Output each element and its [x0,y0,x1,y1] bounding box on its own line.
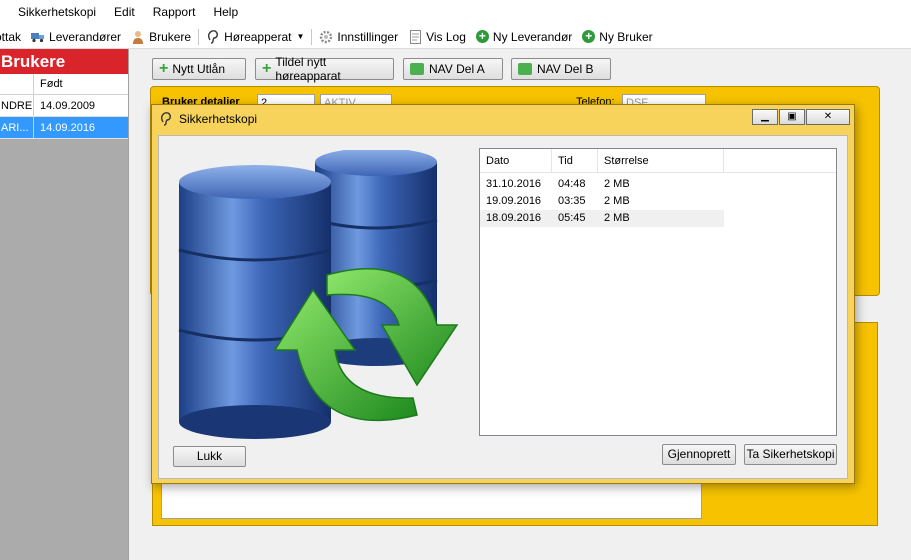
toolbar-vis-log-label: Vis Log [426,29,466,44]
toolbar-separator [311,28,313,45]
nytt-utlan-button[interactable]: + Nytt Utlån [152,58,246,80]
toolbar-innstillinger[interactable]: Innstillinger [314,26,403,48]
tildel-horeapparat-label: Tildel nytt høreapparat [275,55,341,83]
menu-edit[interactable]: Edit [105,0,144,25]
toolbar-leverandorer-label: Leverandører [49,29,122,44]
toolbar-brukere[interactable]: Brukere [126,26,196,48]
user-name-cell: ARI... [0,117,34,138]
users-panel-title: Brukere [0,49,128,74]
backup-size: 2 MB [604,178,630,190]
column-header-tid[interactable]: Tid [552,149,598,172]
menu-rapport[interactable]: Rapport [144,0,205,25]
list-item[interactable]: 18.09.2016 05:45 2 MB [480,210,724,227]
table-row[interactable]: NDRE 14.09.2009 [0,95,128,117]
minimize-icon: ▁ [761,111,769,122]
backup-time: 03:35 [558,195,586,207]
menu-sikkerhetskopi[interactable]: Sikkerhetskopi [0,0,105,25]
column-header-dato[interactable]: Dato [480,149,552,172]
users-panel-empty-area [0,139,128,560]
window-controls: ▁ ▣ ✕ [751,109,850,125]
ta-sikkerhetskopi-button[interactable]: Ta Sikerhetskopi [744,444,837,465]
thumbs-up-icon [518,63,532,75]
toolbar-mottak-label: ottak [0,29,22,44]
backup-time: 05:45 [558,212,586,224]
backup-list[interactable]: Dato Tid Størrelse 31.10.2016 04:48 2 MB… [479,148,837,436]
list-item[interactable]: 31.10.2016 04:48 2 MB [480,176,836,193]
column-header-name[interactable] [0,74,34,94]
toolbar-horeapperat[interactable]: Høreapperat ▼ [201,26,309,48]
nav-del-b-button[interactable]: NAV Del B [511,58,611,80]
database-sync-icon [177,148,477,440]
tildel-horeapparat-button[interactable]: + Tildel nytt høreapparat [255,55,394,83]
plus-circle-icon: + [582,30,596,43]
column-header-storrelse[interactable]: Størrelse [598,149,724,172]
gjennoprett-button[interactable]: Gjennoprett [662,444,736,465]
backup-list-header: Dato Tid Størrelse [480,149,836,173]
user-name-cell: NDRE [0,95,34,116]
ear-icon [160,112,174,126]
backup-date: 19.09.2016 [486,195,542,207]
truck-icon [31,30,45,44]
list-item[interactable]: 19.09.2016 03:35 2 MB [480,193,836,210]
nav-del-a-label: NAV Del A [429,62,485,76]
toolbar-ny-bruker[interactable]: + Ny Bruker [577,26,657,48]
table-row-selected[interactable]: ARI... 14.09.2016 [0,117,128,139]
menu-help[interactable]: Help [204,0,247,25]
column-header-born[interactable]: Født [34,74,63,94]
users-table-header: Født [0,74,128,95]
close-button[interactable]: ✕ [806,109,850,125]
nytt-utlan-label: Nytt Utlån [172,62,226,76]
toolbar-mottak[interactable]: ottak [0,26,26,48]
toolbar-brukere-label: Brukere [149,29,192,44]
toolbar-horeapperat-label: Høreapperat [224,29,292,44]
plus-icon: + [262,60,272,77]
dialog-client-area: Dato Tid Størrelse 31.10.2016 04:48 2 MB… [158,135,848,479]
nav-del-a-button[interactable]: NAV Del A [403,58,503,80]
users-panel: Brukere Født NDRE 14.09.2009 ARI... 14.0… [0,49,129,560]
dialog-title: Sikkerhetskopi [179,112,258,126]
minimize-button[interactable]: ▁ [752,109,778,125]
document-icon [408,29,422,44]
gear-icon [319,30,333,44]
backup-dialog: Sikkerhetskopi ▁ ▣ ✕ Dato Tid Størrelse … [151,104,855,484]
plus-circle-icon: + [475,30,489,43]
backup-time: 04:48 [558,178,586,190]
maximize-button[interactable]: ▣ [779,109,805,125]
backup-date: 18.09.2016 [486,212,542,224]
dialog-titlebar[interactable]: Sikkerhetskopi [152,105,854,133]
toolbar-innstillinger-label: Innstillinger [337,29,399,44]
notes-textbox[interactable] [161,480,702,519]
maximize-icon: ▣ [787,111,797,122]
user-born-cell: 14.09.2009 [40,100,96,112]
toolbar-leverandorer[interactable]: Leverandører [26,26,126,48]
lukk-button[interactable]: Lukk [173,446,246,467]
toolbar-ny-leverandor[interactable]: + Ny Leverandør [471,26,577,48]
thumbs-up-icon [410,63,424,75]
ear-icon [206,29,220,44]
user-born-cell: 14.09.2016 [40,122,96,134]
toolbar-ny-bruker-label: Ny Bruker [599,29,653,44]
nav-del-b-label: NAV Del B [537,62,594,76]
toolbar-ny-leverandor-label: Ny Leverandør [492,29,573,44]
chevron-down-icon: ▼ [296,32,305,41]
plus-icon: + [159,60,169,77]
backup-size: 2 MB [604,212,630,224]
person-icon [131,30,145,44]
toolbar-separator [198,28,200,45]
toolbar: ottak Leverandører Brukere Høreapperat ▼… [0,25,911,49]
backup-size: 2 MB [604,195,630,207]
toolbar-vis-log[interactable]: Vis Log [403,26,471,48]
menubar: Sikkerhetskopi Edit Rapport Help [0,0,911,25]
backup-date: 31.10.2016 [486,178,542,190]
close-icon: ✕ [823,111,833,122]
